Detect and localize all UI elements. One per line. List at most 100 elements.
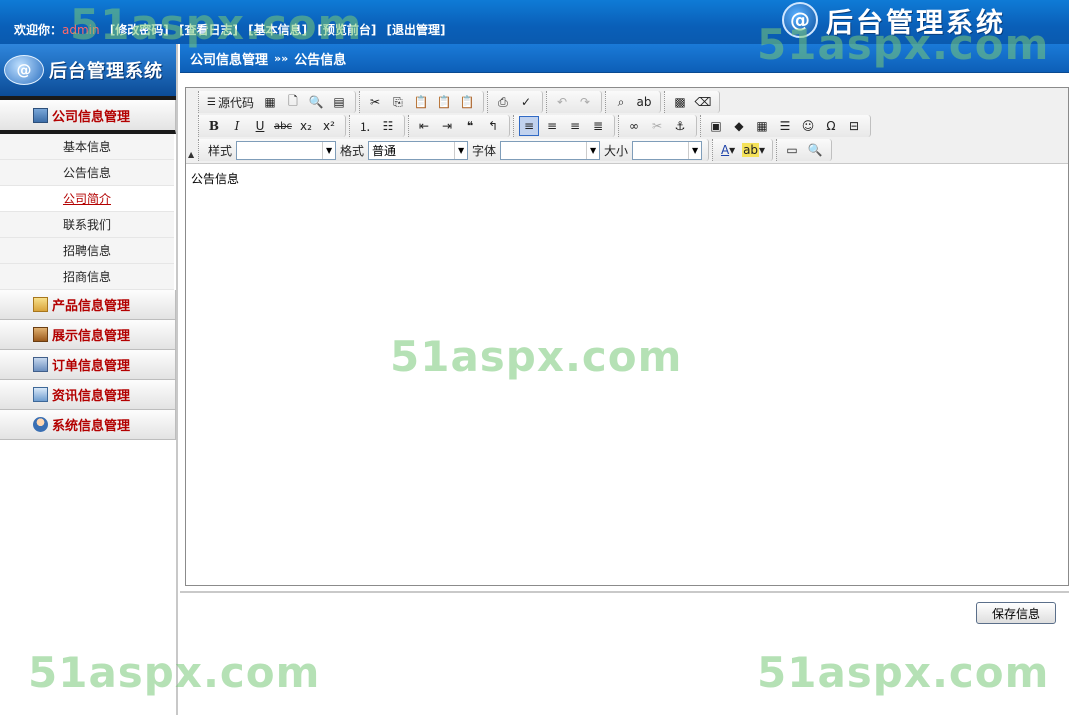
chevron-down-icon: ▼ xyxy=(322,141,335,159)
copy-icon[interactable]: ⎘ xyxy=(388,92,408,112)
company-submenu: 基本信息 公告信息 公司简介 联系我们 招聘信息 招商信息 xyxy=(0,134,176,290)
collapse-toolbar-icon[interactable]: ▲ xyxy=(188,150,194,159)
maximize-icon[interactable]: ▭ xyxy=(782,140,802,160)
toolbar-group-colors: A ▾ ab ▾ xyxy=(712,139,774,161)
paste-text-icon[interactable]: 📋 xyxy=(434,92,454,112)
align-left-icon[interactable]: ≡ xyxy=(519,116,539,136)
sidebar-group-product[interactable]: 产品信息管理 xyxy=(0,290,176,320)
replace-icon[interactable]: ab xyxy=(634,92,654,112)
text-color-icon[interactable]: A ▾ xyxy=(718,140,738,160)
system-icon xyxy=(33,417,48,432)
paste-word-icon[interactable]: 📋 xyxy=(457,92,477,112)
special-char-icon[interactable]: Ω xyxy=(821,116,841,136)
sidebar-group-label: 系统信息管理 xyxy=(52,419,131,434)
preview-icon[interactable]: 🔍 xyxy=(306,92,326,112)
redo-icon[interactable]: ↷ xyxy=(575,92,595,112)
format-select[interactable]: 普通 ▼ xyxy=(368,140,469,160)
breadcrumb-page: 公告信息 xyxy=(294,52,347,68)
sidebar: @ 后台管理系统 公司信息管理 基本信息 公告信息 公司简介 联系我们 招聘信息… xyxy=(0,44,178,715)
smiley-icon[interactable]: ☺ xyxy=(798,116,818,136)
align-right-icon[interactable]: ≡ xyxy=(565,116,585,136)
save-doc-icon[interactable]: ▦ xyxy=(260,92,280,112)
select-all-icon[interactable]: ▩ xyxy=(670,92,690,112)
top-header-bar: 欢迎你：admin [修改密码] [查看日志] [基本信息] [预览前台] [退… xyxy=(0,0,1069,44)
align-justify-icon[interactable]: ≣ xyxy=(588,116,608,136)
toolbar-row-1: ☰ 源代码 ▦ 🗋 🔍 ▤ ✂ ⎘ 📋 📋 📋 ⎙ ✓ ↶ ↷ ⌕ ab ▩ ⌫ xyxy=(198,90,1068,114)
flash-icon[interactable]: ◆ xyxy=(729,116,749,136)
indent-icon[interactable]: ⇥ xyxy=(437,116,457,136)
undo-icon[interactable]: ↶ xyxy=(552,92,572,112)
chevron-down-icon: ▼ xyxy=(586,141,599,159)
horizontal-rule-icon[interactable]: ☰ xyxy=(775,116,795,136)
find-icon[interactable]: ⌕ xyxy=(611,92,631,112)
underline-icon[interactable]: U xyxy=(250,116,270,136)
editor-content-text: 公告信息 xyxy=(191,172,240,186)
bold-icon[interactable]: B xyxy=(204,116,224,136)
sidebar-group-showcase[interactable]: 展示信息管理 xyxy=(0,320,176,350)
sidebar-item-investment[interactable]: 招商信息 xyxy=(0,264,174,290)
save-button[interactable]: 保存信息 xyxy=(976,602,1056,624)
sidebar-logo-icon: @ xyxy=(4,55,44,85)
spellcheck-icon[interactable]: ✓ xyxy=(516,92,536,112)
size-label: 大小 xyxy=(604,143,629,158)
font-label: 字体 xyxy=(472,143,497,158)
italic-icon[interactable]: I xyxy=(227,116,247,136)
sidebar-item-basic-info[interactable]: 基本信息 xyxy=(0,134,174,160)
preview-frontend-link[interactable]: [预览前台] xyxy=(317,23,376,37)
anchor-icon[interactable]: ⚓ xyxy=(670,116,690,136)
templates-icon[interactable]: ▤ xyxy=(329,92,349,112)
sidebar-group-label: 展示信息管理 xyxy=(52,329,131,344)
background-color-icon[interactable]: ab ▾ xyxy=(741,140,766,160)
link-icon[interactable]: ∞ xyxy=(624,116,644,136)
sidebar-group-label: 订单信息管理 xyxy=(52,359,131,374)
breadcrumb-separator: »» xyxy=(274,51,289,65)
unlink-icon[interactable]: ✂ xyxy=(647,116,667,136)
style-select[interactable]: ▼ xyxy=(236,140,337,160)
subscript-icon[interactable]: x₂ xyxy=(296,116,316,136)
company-icon xyxy=(33,107,48,123)
change-password-link[interactable]: [修改密码] xyxy=(110,23,169,37)
username: admin xyxy=(62,23,100,37)
sidebar-group-order[interactable]: 订单信息管理 xyxy=(0,350,176,380)
breadcrumb: 公司信息管理 »» 公告信息 xyxy=(180,44,1069,73)
toolbar-group-insert: ▣ ◆ ▦ ☰ ☺ Ω ⊟ xyxy=(700,115,871,137)
editor-content[interactable]: 公告信息 xyxy=(186,164,1068,193)
image-icon[interactable]: ▣ xyxy=(706,116,726,136)
div-container-icon[interactable]: ↰ xyxy=(483,116,503,136)
view-log-link[interactable]: [查看日志] xyxy=(179,23,238,37)
source-icon: ☰ xyxy=(207,96,216,108)
sidebar-group-label: 公司信息管理 xyxy=(52,109,131,125)
remove-format-icon[interactable]: ⌫ xyxy=(693,92,713,112)
breadcrumb-section: 公司信息管理 xyxy=(190,52,269,68)
outdent-icon[interactable]: ⇤ xyxy=(414,116,434,136)
rich-text-editor: ▲ ☰ 源代码 ▦ 🗋 🔍 ▤ ✂ ⎘ 📋 📋 📋 ⎙ ✓ ↶ ↷ ⌕ ab ▩… xyxy=(185,87,1069,586)
bulleted-list-icon[interactable]: ☷ xyxy=(378,116,398,136)
numbered-list-icon[interactable]: ⒈ xyxy=(355,116,375,136)
sidebar-item-company-profile[interactable]: 公司简介 xyxy=(0,186,174,212)
page-break-icon[interactable]: ⊟ xyxy=(844,116,864,136)
source-code-button[interactable]: ☰ 源代码 xyxy=(204,92,257,112)
sidebar-group-company[interactable]: 公司信息管理 xyxy=(0,100,176,134)
blockquote-icon[interactable]: ❝ xyxy=(460,116,480,136)
sidebar-item-announcement[interactable]: 公告信息 xyxy=(0,160,174,186)
logout-link[interactable]: [退出管理] xyxy=(387,23,446,37)
sidebar-group-system[interactable]: 系统信息管理 xyxy=(0,410,176,440)
toolbar-row-3: 样式 ▼ 格式 普通 ▼ 字体 ▼ 大小 ▼ A ▾ ab ▾ ▭ 🔍 xyxy=(198,138,1068,162)
style-label: 样式 xyxy=(208,143,233,158)
size-select[interactable]: ▼ xyxy=(632,140,703,160)
cut-icon[interactable]: ✂ xyxy=(365,92,385,112)
sidebar-header: @ 后台管理系统 xyxy=(0,44,176,96)
font-select[interactable]: ▼ xyxy=(500,140,601,160)
print-icon[interactable]: ⎙ xyxy=(493,92,513,112)
show-blocks-icon[interactable]: 🔍 xyxy=(805,140,825,160)
paste-icon[interactable]: 📋 xyxy=(411,92,431,112)
align-center-icon[interactable]: ≡ xyxy=(542,116,562,136)
strikethrough-icon[interactable]: abc xyxy=(273,116,293,136)
sidebar-item-contact-us[interactable]: 联系我们 xyxy=(0,212,174,238)
sidebar-group-news[interactable]: 资讯信息管理 xyxy=(0,380,176,410)
superscript-icon[interactable]: x² xyxy=(319,116,339,136)
sidebar-item-recruitment[interactable]: 招聘信息 xyxy=(0,238,174,264)
basic-info-link[interactable]: [基本信息] xyxy=(248,23,307,37)
new-page-icon[interactable]: 🗋 xyxy=(283,92,303,112)
table-icon[interactable]: ▦ xyxy=(752,116,772,136)
